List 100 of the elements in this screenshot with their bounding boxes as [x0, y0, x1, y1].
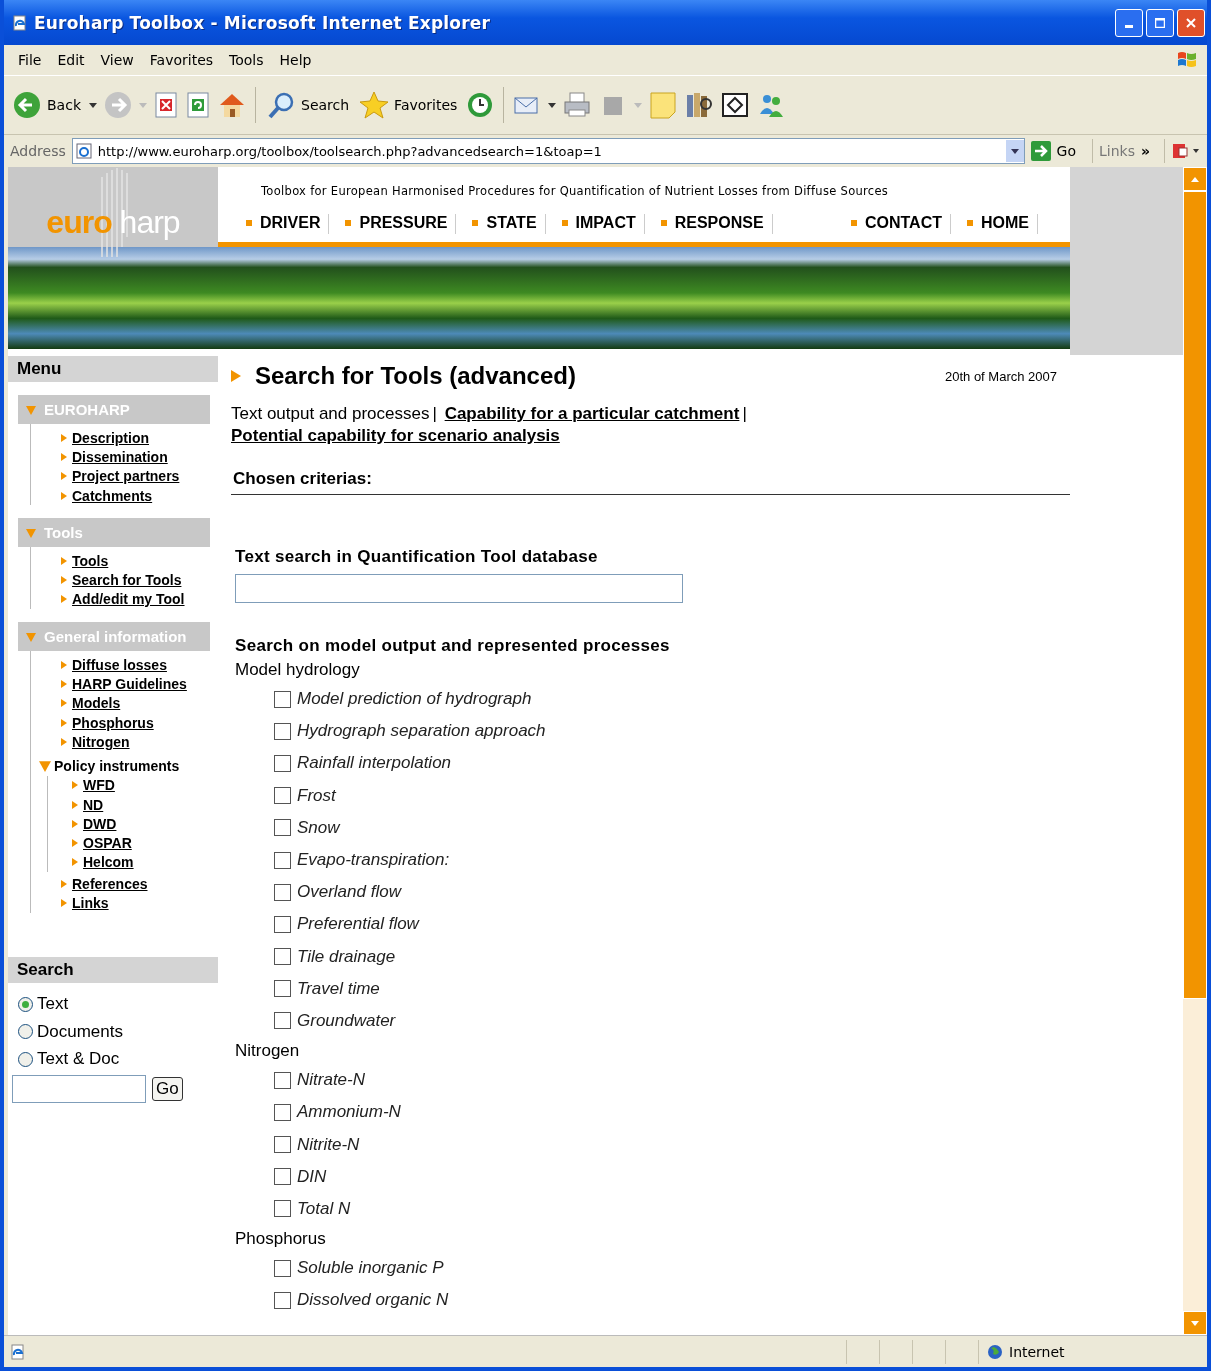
menu-item[interactable]: Help [271, 50, 320, 70]
text-search-heading: Text search in Quantification Tool database [234, 547, 599, 567]
sidebar-link[interactable]: Dissemination [72, 448, 168, 465]
checkbox-label: Dissolved organic N [297, 1290, 449, 1311]
bullet-arrow-icon [72, 781, 78, 790]
checkbox[interactable] [274, 722, 291, 740]
maximize-button[interactable] [1146, 8, 1174, 37]
tab-link[interactable]: Potential capability for scenario analysis [231, 426, 560, 445]
menu-item[interactable]: Edit [49, 50, 93, 70]
menu-item[interactable]: Tools [221, 50, 272, 70]
nav-link[interactable]: STATE [468, 214, 546, 234]
tab-link[interactable]: Text output and processes [231, 404, 430, 423]
nav-link[interactable]: PRESSURE [341, 214, 457, 234]
sidebar-link[interactable]: References [72, 875, 148, 892]
sidebar-link[interactable]: Links [72, 895, 109, 911]
tab-link[interactable]: Capability for a particular catchment [444, 404, 740, 423]
text-search-field[interactable] [235, 574, 683, 603]
sidebar-link[interactable]: Project partners [72, 468, 180, 485]
nav-link[interactable]: RESPONSE [656, 214, 773, 234]
nav-link[interactable]: DRIVER [242, 214, 330, 234]
go-button[interactable]: Go [1030, 141, 1086, 161]
bullet-arrow-icon [61, 491, 67, 500]
checkbox[interactable] [274, 980, 291, 998]
sidebar-group-label[interactable]: Policy instruments [54, 757, 180, 774]
sidebar-link[interactable]: Nitrogen [72, 733, 130, 750]
checkbox[interactable] [274, 1168, 291, 1186]
back-button[interactable]: Back [10, 88, 83, 122]
scrollbar-thumb[interactable] [1183, 191, 1207, 999]
checkbox[interactable] [274, 754, 291, 772]
sidebar-link[interactable]: Helcom [83, 854, 134, 871]
sidebar-link[interactable]: OSPAR [83, 835, 132, 852]
search-button[interactable]: Search [264, 88, 352, 122]
close-button[interactable] [1177, 8, 1205, 37]
dropdown-arrow-icon[interactable] [89, 102, 97, 108]
checkbox[interactable] [274, 851, 291, 869]
checkbox-label: Soluble inorganic P [297, 1258, 444, 1279]
sidebar-link[interactable]: Description [72, 429, 149, 446]
tab-separator: | [432, 404, 437, 423]
nav-link[interactable]: IMPACT [557, 214, 645, 234]
checkbox-label: Nitrite-N [297, 1134, 360, 1155]
checkbox[interactable] [274, 787, 291, 805]
radio-button[interactable] [18, 1051, 33, 1067]
go-button[interactable]: Go [152, 1077, 183, 1102]
checkbox[interactable] [274, 1259, 291, 1277]
frame-icon[interactable] [720, 90, 751, 120]
checkbox[interactable] [274, 1012, 291, 1030]
nav-link[interactable]: CONTACT [846, 214, 951, 234]
checkbox[interactable] [274, 1136, 291, 1154]
stop-icon[interactable] [153, 91, 179, 119]
address-label: Address [10, 143, 66, 159]
checkbox-label: Overland flow [297, 882, 401, 903]
dropdown-arrow-icon[interactable] [548, 102, 557, 108]
radio-button[interactable] [18, 996, 33, 1012]
menu-item[interactable]: View [92, 50, 142, 70]
menu-item[interactable]: Favorites [141, 50, 222, 70]
checkbox[interactable] [274, 1200, 291, 1218]
group-title: Nitrogen [234, 1040, 301, 1063]
books-icon[interactable] [684, 90, 715, 120]
radio-button[interactable] [18, 1024, 33, 1040]
search-header: Search [8, 956, 218, 983]
sidebar-link[interactable]: ND [83, 796, 104, 813]
security-zone: Internet [1009, 1343, 1065, 1360]
checkbox[interactable] [274, 690, 291, 708]
refresh-icon[interactable] [185, 91, 211, 119]
print-icon[interactable] [562, 90, 593, 120]
sidebar-link[interactable]: HARP Guidelines [72, 676, 187, 692]
checkbox[interactable] [274, 883, 291, 901]
sidebar-link[interactable]: Models [72, 695, 121, 712]
minimize-button[interactable] [1115, 8, 1143, 37]
address-dropdown-button[interactable] [1005, 140, 1024, 162]
sidebar-link[interactable]: Phosphorus [72, 714, 154, 731]
address-field[interactable]: http://www.euroharp.org/toolbox/toolsearch.php?advancedsearch=1&toap=1 [71, 138, 1025, 164]
favorites-button[interactable]: Favorites [357, 88, 460, 122]
sidebar-link[interactable]: Diffuse losses [72, 656, 167, 673]
links-label[interactable]: Links [1099, 143, 1135, 159]
checkbox[interactable] [274, 1291, 291, 1309]
sidebar-link[interactable]: WFD [83, 777, 115, 794]
checkbox[interactable] [274, 948, 291, 966]
sidebar-link[interactable]: Tools [72, 552, 109, 569]
radio-label: Text & Doc [37, 1049, 120, 1070]
nav-link[interactable]: HOME [963, 214, 1038, 234]
bullet-arrow-icon [61, 879, 67, 888]
page-title: Search for Tools (advanced) [255, 362, 576, 390]
checkbox-label: Total N [297, 1198, 351, 1219]
chevron[interactable]: » [1140, 143, 1150, 159]
page-date: 20th of March 2007 [944, 368, 1057, 384]
checkbox[interactable] [274, 1071, 291, 1089]
checkbox[interactable] [274, 1103, 291, 1121]
checkbox[interactable] [274, 819, 291, 837]
sidebar-link[interactable]: DWD [83, 815, 117, 832]
menu-item[interactable]: File [10, 50, 50, 70]
sidebar-link[interactable]: Search for Tools [72, 572, 182, 589]
close-icon [1186, 17, 1196, 28]
search-input[interactable] [12, 1075, 146, 1104]
checkbox-label: Groundwater [297, 1010, 396, 1031]
checkbox[interactable] [274, 915, 291, 933]
sidebar-link[interactable]: Add/edit my Tool [72, 591, 185, 608]
window-title: Euroharp Toolbox - Microsoft Internet Explorer [34, 12, 492, 33]
toolbar-plugin-icon[interactable] [1171, 141, 1201, 161]
sidebar-link[interactable]: Catchments [72, 487, 153, 504]
